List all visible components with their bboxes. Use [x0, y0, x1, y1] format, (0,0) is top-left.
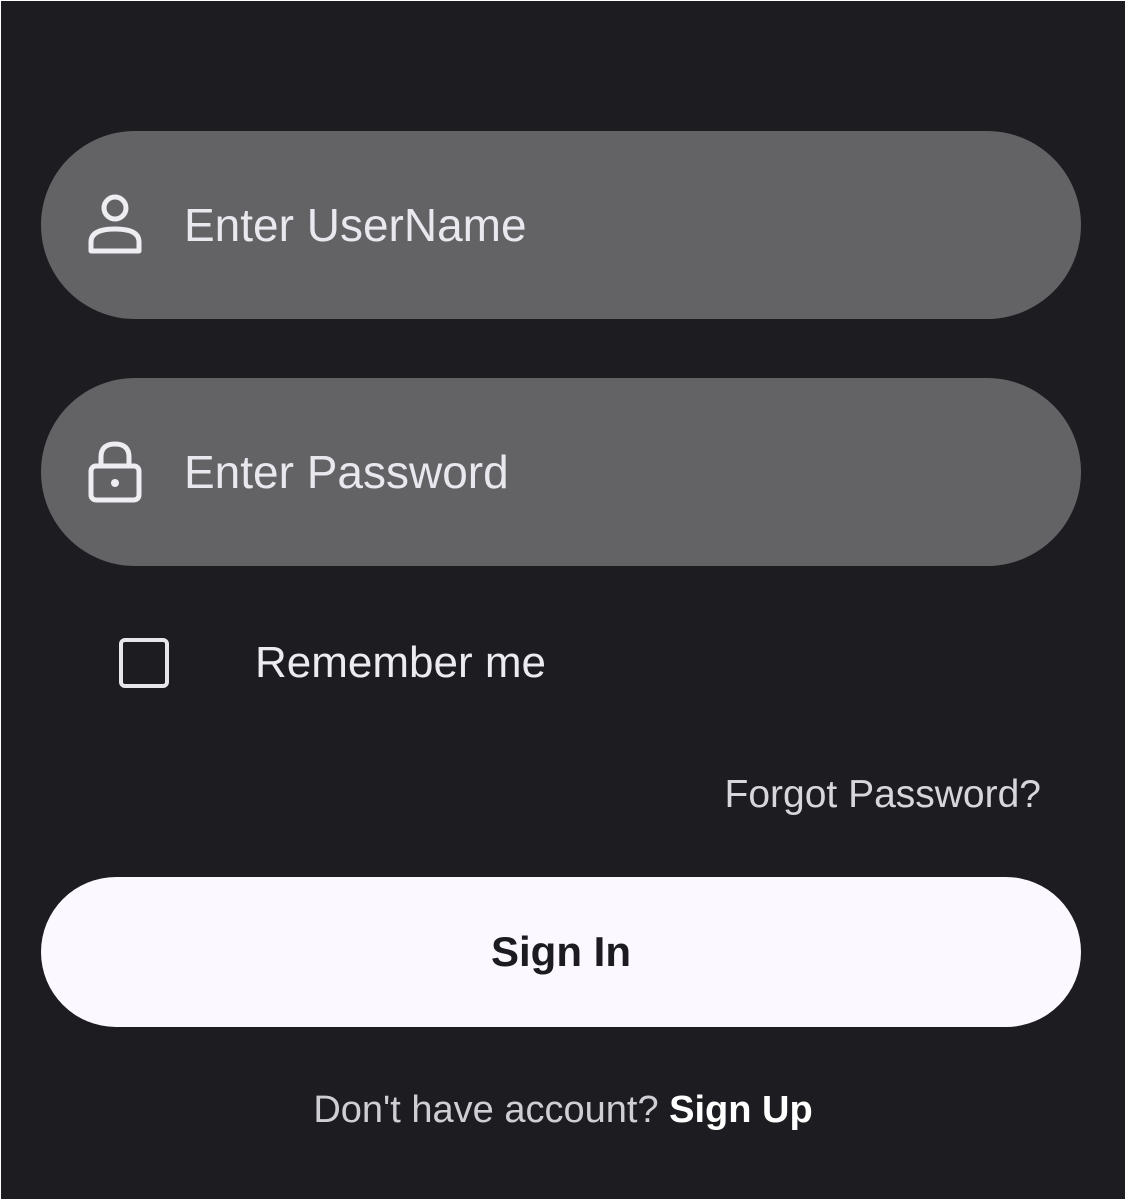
username-input[interactable]: [184, 131, 1044, 319]
sign-in-button[interactable]: Sign In: [41, 877, 1081, 1027]
person-icon: [88, 194, 142, 254]
lock-icon: [88, 441, 142, 503]
username-field[interactable]: [41, 131, 1081, 319]
password-field[interactable]: [41, 378, 1081, 566]
signup-prompt: Don't have account? Sign Up: [1, 1089, 1125, 1132]
password-input[interactable]: [184, 378, 1044, 566]
login-screen: Remember me Forgot Password? Sign In Don…: [1, 1, 1125, 1199]
remember-me-label: Remember me: [255, 638, 546, 687]
remember-me-row[interactable]: Remember me: [119, 635, 546, 691]
forgot-password-link[interactable]: Forgot Password?: [725, 773, 1041, 817]
remember-me-checkbox[interactable]: [119, 638, 169, 688]
sign-up-link[interactable]: Sign Up: [669, 1089, 813, 1131]
signup-prompt-text: Don't have account?: [313, 1089, 670, 1131]
